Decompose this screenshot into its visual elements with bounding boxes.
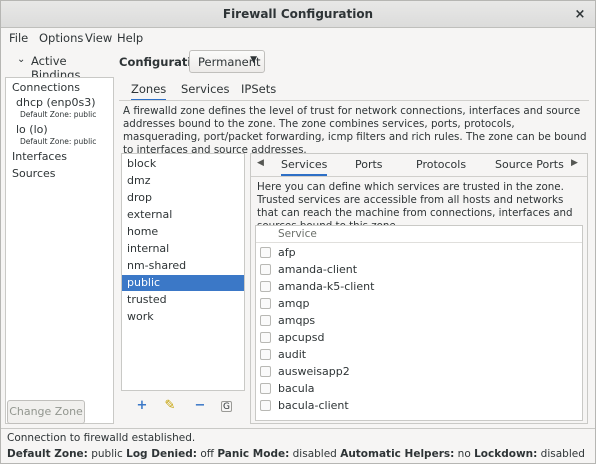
- table-row: afp: [256, 244, 582, 261]
- log-denied-label: Log Denied:: [126, 448, 197, 460]
- tab-zones[interactable]: Zones: [131, 82, 167, 101]
- service-name: bacula: [278, 382, 315, 395]
- zone-item-block[interactable]: block: [122, 156, 244, 172]
- zone-item-nm-shared[interactable]: nm-shared: [122, 258, 244, 274]
- connection-zone-lo: Default Zone: public: [20, 137, 97, 146]
- zone-item-internal[interactable]: internal: [122, 241, 244, 257]
- configuration-row: Configuration: Permanent ▼: [119, 49, 589, 75]
- automatic-helpers-value: no: [457, 448, 471, 460]
- active-bindings-panel: Connections dhcp (enp0s3) Default Zone: …: [5, 77, 114, 424]
- table-row: ausweisapp2: [256, 363, 582, 380]
- dropdown-arrow-icon: ▼: [250, 55, 257, 65]
- remove-icon[interactable]: −: [193, 399, 207, 413]
- menu-view[interactable]: View: [85, 31, 112, 45]
- service-name: ausweisapp2: [278, 365, 350, 378]
- service-name: amanda-k5-client: [278, 280, 375, 293]
- zone-detail-panel: ◀ Services Ports Protocols Source Ports …: [250, 153, 588, 424]
- main-tabs: Zones Services IPSets: [119, 79, 589, 101]
- default-zone-value: public: [91, 448, 123, 460]
- menu-file[interactable]: File: [9, 31, 28, 45]
- tab-divider: [119, 100, 589, 101]
- service-checkbox[interactable]: [260, 383, 271, 394]
- zone-item-dmz[interactable]: dmz: [122, 173, 244, 189]
- configuration-dropdown[interactable]: Permanent ▼: [189, 50, 265, 73]
- table-row: bacula-client: [256, 397, 582, 414]
- service-checkbox[interactable]: [260, 349, 271, 360]
- menu-bar: File Options View Help: [1, 28, 595, 48]
- service-name: amqp: [278, 297, 310, 310]
- firewall-config-window: Firewall Configuration × File Options Vi…: [0, 0, 596, 464]
- status-bar: Default Zone: public Log Denied: off Pan…: [1, 446, 595, 464]
- tab-services[interactable]: Services: [181, 82, 230, 96]
- lockdown-label: Lockdown:: [474, 448, 538, 460]
- window-title: Firewall Configuration: [222, 7, 374, 21]
- panic-mode-value: disabled: [292, 448, 337, 460]
- service-name: amqps: [278, 314, 316, 327]
- tab-scroll-left-icon[interactable]: ◀: [257, 158, 264, 168]
- add-icon[interactable]: +: [135, 399, 149, 413]
- table-row: apcupsd: [256, 329, 582, 346]
- table-row: bacula: [256, 380, 582, 397]
- active-bindings-toggle[interactable]: ⌄ Active Bindings: [9, 51, 113, 82]
- zone-list: block dmz drop external home internal nm…: [121, 153, 245, 391]
- service-checkbox[interactable]: [260, 315, 271, 326]
- service-name: afp: [278, 246, 296, 259]
- close-icon[interactable]: ×: [573, 1, 587, 28]
- table-row: audit: [256, 346, 582, 363]
- service-name: amanda-client: [278, 263, 358, 276]
- service-column-header: Service: [278, 228, 317, 240]
- tab-ipsets[interactable]: IPSets: [241, 82, 276, 96]
- service-checkbox[interactable]: [260, 247, 271, 258]
- connection-zone-dhcp: Default Zone: public: [20, 110, 97, 119]
- connection-status: Connection to firewalld established.: [1, 428, 595, 446]
- panic-mode-label: Panic Mode:: [217, 448, 290, 460]
- service-name: apcupsd: [278, 331, 325, 344]
- services-table: Service afp amanda-client amanda-k5-clie…: [255, 225, 583, 421]
- lockdown-value: disabled: [540, 448, 585, 460]
- subtab-ports[interactable]: Ports: [355, 158, 383, 171]
- zone-subtabs: ◀ Services Ports Protocols Source Ports …: [251, 154, 587, 176]
- service-checkbox[interactable]: [260, 332, 271, 343]
- title-bar: Firewall Configuration ×: [1, 1, 595, 28]
- service-checkbox[interactable]: [260, 264, 271, 275]
- menu-help[interactable]: Help: [117, 31, 143, 45]
- zone-item-work[interactable]: work: [122, 309, 244, 325]
- log-denied-value: off: [200, 448, 214, 460]
- service-name: bacula-client: [278, 399, 349, 412]
- zone-item-drop[interactable]: drop: [122, 190, 244, 206]
- chevron-down-icon: ⌄: [17, 54, 26, 65]
- zone-item-home[interactable]: home: [122, 224, 244, 240]
- service-checkbox[interactable]: [260, 366, 271, 377]
- tab-scroll-right-icon[interactable]: ▶: [571, 158, 578, 168]
- zone-item-public[interactable]: public: [122, 275, 244, 291]
- service-name: audit: [278, 348, 307, 361]
- connection-item-dhcp[interactable]: dhcp (enp0s3): [16, 96, 96, 109]
- service-checkbox[interactable]: [260, 298, 271, 309]
- change-zone-button[interactable]: Change Zone: [7, 400, 85, 424]
- connection-item-lo[interactable]: lo (lo): [16, 123, 48, 136]
- zone-toolbar: + ✎ − G: [121, 393, 245, 423]
- connections-heading[interactable]: Connections: [12, 81, 80, 94]
- table-row: amanda-client: [256, 261, 582, 278]
- table-row: amqp: [256, 295, 582, 312]
- subtab-source-ports[interactable]: Source Ports: [495, 158, 564, 171]
- table-row: amqps: [256, 312, 582, 329]
- edit-icon[interactable]: ✎: [163, 399, 177, 413]
- service-checkbox[interactable]: [260, 281, 271, 292]
- subtab-divider: [251, 176, 587, 177]
- zone-item-external[interactable]: external: [122, 207, 244, 223]
- default-zone-label: Default Zone:: [7, 448, 88, 460]
- table-row: amanda-k5-client: [256, 278, 582, 295]
- automatic-helpers-label: Automatic Helpers:: [340, 448, 455, 460]
- zones-description: A firewalld zone defines the level of tr…: [123, 105, 587, 156]
- load-defaults-icon[interactable]: G: [221, 401, 232, 412]
- zone-item-trusted[interactable]: trusted: [122, 292, 244, 308]
- services-table-header[interactable]: Service: [256, 226, 582, 243]
- subtab-protocols[interactable]: Protocols: [416, 158, 466, 171]
- sources-heading[interactable]: Sources: [12, 167, 56, 180]
- service-checkbox[interactable]: [260, 400, 271, 411]
- interfaces-heading[interactable]: Interfaces: [12, 150, 67, 163]
- menu-options[interactable]: Options: [39, 31, 83, 45]
- subtab-services[interactable]: Services: [281, 158, 328, 176]
